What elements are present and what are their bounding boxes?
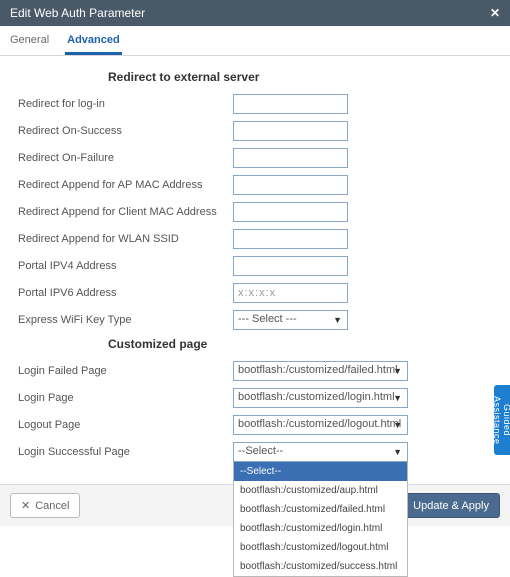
label-redirect-clientmac: Redirect Append for Client MAC Address [18, 206, 233, 218]
label-redirect-onsuccess: Redirect On-Success [18, 125, 233, 137]
tab-general[interactable]: General [8, 26, 51, 55]
guided-assistance-tab[interactable]: Guided Assistance [494, 385, 510, 455]
input-redirect-onsuccess[interactable] [233, 121, 348, 141]
x-icon: ✕ [21, 499, 30, 512]
input-redirect-clientmac[interactable] [233, 202, 348, 222]
input-portal-ipv6[interactable] [233, 283, 348, 303]
close-icon[interactable]: ✕ [490, 6, 500, 20]
label-login-page: Login Page [18, 392, 233, 404]
label-portal-ipv4: Portal IPV4 Address [18, 260, 233, 272]
select-login-failed[interactable]: bootflash:/customized/failed.html [233, 361, 408, 381]
input-redirect-login[interactable] [233, 94, 348, 114]
select-express-wifi[interactable]: --- Select --- [233, 310, 348, 330]
dropdown-login-success: --Select-- bootflash:/customized/aup.htm… [233, 462, 408, 577]
dropdown-option[interactable]: bootflash:/customized/logout.html [234, 538, 407, 557]
label-portal-ipv6: Portal IPV6 Address [18, 287, 233, 299]
select-login-success[interactable]: --Select-- [233, 442, 408, 462]
input-redirect-apmac[interactable] [233, 175, 348, 195]
dropdown-option[interactable]: bootflash:/customized/failed.html [234, 500, 407, 519]
label-redirect-onfailure: Redirect On-Failure [18, 152, 233, 164]
label-redirect-apmac: Redirect Append for AP MAC Address [18, 179, 233, 191]
select-logout-page[interactable]: bootflash:/customized/logout.html [233, 415, 408, 435]
input-redirect-wlanssid[interactable] [233, 229, 348, 249]
label-login-success: Login Successful Page [18, 446, 233, 458]
apply-label: Update & Apply [413, 500, 489, 512]
label-express-wifi: Express WiFi Key Type [18, 314, 233, 326]
label-redirect-login: Redirect for log-in [18, 98, 233, 110]
select-login-page[interactable]: bootflash:/customized/login.html [233, 388, 408, 408]
cancel-button[interactable]: ✕ Cancel [10, 493, 80, 518]
label-login-failed: Login Failed Page [18, 365, 233, 377]
section-redirect-title: Redirect to external server [108, 70, 492, 84]
dropdown-option[interactable]: --Select-- [234, 462, 407, 481]
input-portal-ipv4[interactable] [233, 256, 348, 276]
input-redirect-onfailure[interactable] [233, 148, 348, 168]
dropdown-option[interactable]: bootflash:/customized/login.html [234, 519, 407, 538]
dropdown-option[interactable]: bootflash:/customized/success.html [234, 557, 407, 576]
modal-title: Edit Web Auth Parameter [10, 6, 145, 20]
tab-advanced[interactable]: Advanced [65, 26, 122, 55]
cancel-label: Cancel [35, 500, 69, 512]
label-logout-page: Logout Page [18, 419, 233, 431]
dropdown-option[interactable]: bootflash:/customized/aup.html [234, 481, 407, 500]
section-customized-title: Customized page [108, 337, 492, 351]
tab-bar: General Advanced [0, 26, 510, 56]
label-redirect-wlanssid: Redirect Append for WLAN SSID [18, 233, 233, 245]
